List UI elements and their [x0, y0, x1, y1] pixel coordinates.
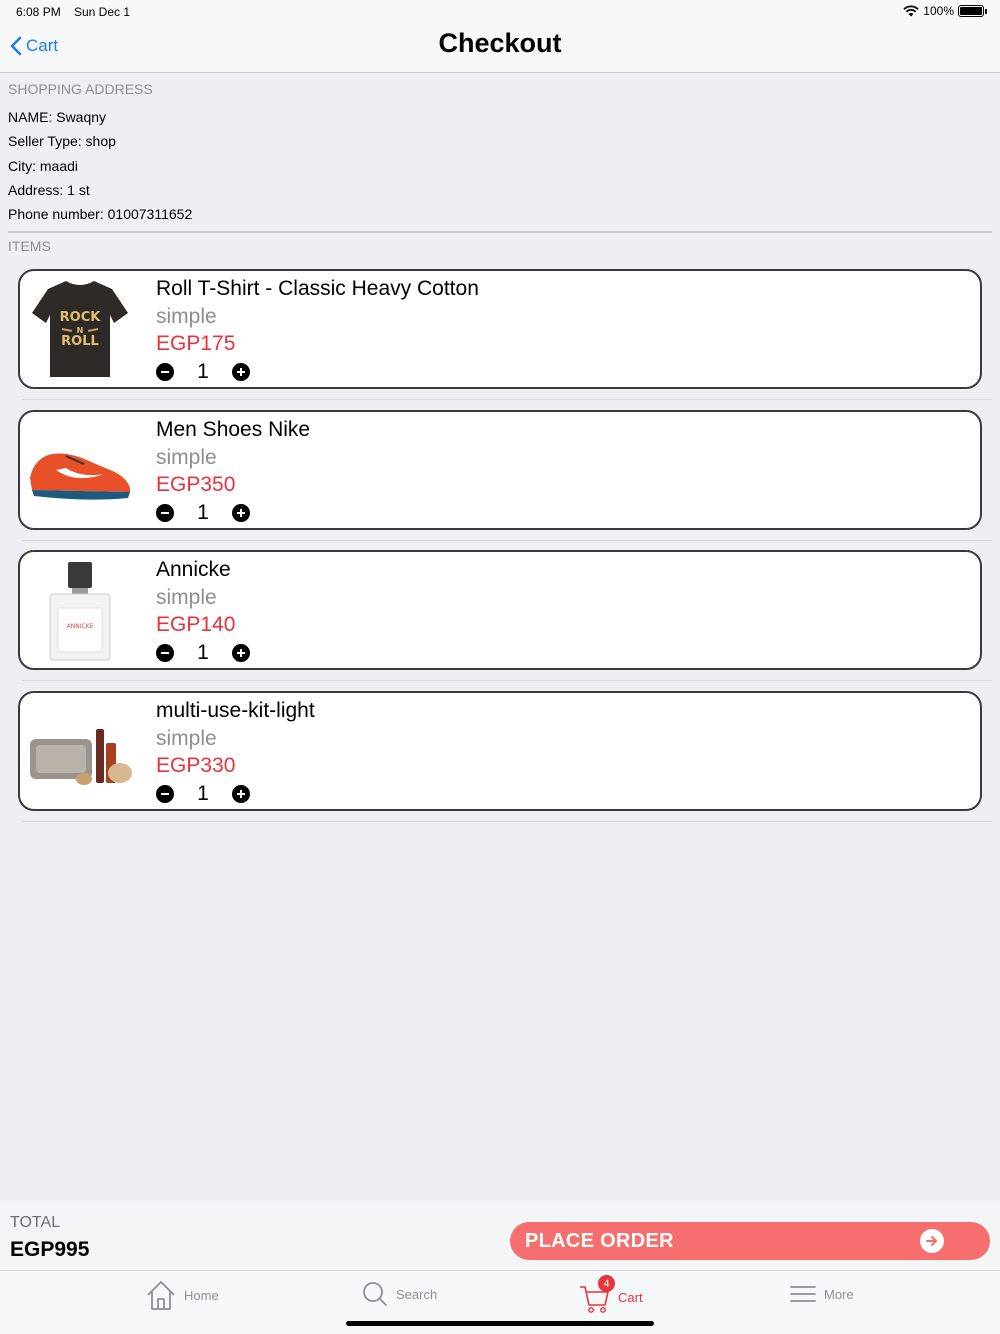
status-bar: 6:08 PM Sun Dec 1 100% [0, 0, 1000, 24]
svg-text:ROLL: ROLL [61, 334, 99, 349]
place-order-label: PLACE ORDER [525, 1230, 674, 1252]
shoe-image [30, 453, 130, 500]
home-indicator [346, 1321, 654, 1326]
cart-item-card[interactable]: ANNICKE Annicke simple EGP140 1 [18, 550, 982, 670]
row-separator [22, 540, 992, 541]
tab-cart-label: Cart [618, 1289, 643, 1305]
item-price: EGP350 [156, 473, 236, 496]
address-phone: Phone number: 01007311652 [8, 206, 193, 222]
item-price: EGP330 [156, 754, 236, 777]
battery-percent: 100% [923, 4, 954, 18]
order-summary: TOTAL EGP995 PLACE ORDER [0, 1202, 1000, 1270]
minus-circle-icon[interactable] [156, 504, 174, 522]
item-name: Men Shoes Nike [156, 418, 311, 441]
quantity-value: 1 [197, 501, 209, 524]
tab-search-label: Search [396, 1286, 438, 1302]
address-name: NAME: Swaqny [8, 109, 107, 125]
quantity-value: 1 [197, 641, 209, 664]
total-label: TOTAL [10, 1214, 61, 1231]
home-icon [146, 1279, 176, 1311]
plus-circle-icon[interactable] [232, 644, 250, 662]
makeup-kit-image [30, 729, 132, 785]
svg-text:ROCK: ROCK [60, 310, 102, 325]
status-indicators: 100% [903, 4, 987, 18]
item-type: simple [156, 305, 217, 328]
item-name: Roll T-Shirt - Classic Heavy Cotton [156, 277, 479, 300]
plus-circle-icon[interactable] [232, 504, 250, 522]
cart-icon: 4 [578, 1275, 615, 1315]
status-time: 6:08 PM [16, 5, 61, 19]
search-icon [362, 1279, 388, 1309]
minus-circle-icon[interactable] [156, 785, 174, 803]
section-divider [8, 231, 992, 233]
tab-more-label: More [824, 1286, 854, 1302]
total-value: EGP995 [10, 1238, 90, 1261]
tshirt-image: ROCK N ROLL [32, 281, 128, 377]
tab-more[interactable]: More [790, 1279, 854, 1309]
page-title: Checkout [438, 28, 562, 58]
item-type: simple [156, 446, 217, 469]
row-separator [22, 399, 992, 400]
navigation-bar: Cart Checkout [0, 24, 1000, 73]
shipping-address-header: SHOPPING ADDRESS [8, 81, 153, 97]
menu-icon [790, 1279, 816, 1309]
wifi-icon [903, 5, 919, 17]
place-order-button[interactable]: PLACE ORDER [510, 1222, 990, 1260]
quantity-stepper: 1 [156, 501, 250, 525]
cart-item-card[interactable]: Men Shoes Nike simple EGP350 1 [18, 410, 982, 530]
tab-cart[interactable]: 4 Cart [578, 1275, 643, 1315]
status-date: Sun Dec 1 [74, 5, 131, 19]
row-separator [22, 821, 992, 822]
plus-circle-icon[interactable] [232, 363, 250, 381]
address-city: City: maadi [8, 158, 79, 174]
perfume-image: ANNICKE [49, 562, 111, 661]
item-price: EGP140 [156, 613, 236, 636]
plus-circle-icon[interactable] [232, 785, 250, 803]
item-name: Annicke [156, 558, 231, 581]
items-header: ITEMS [8, 238, 51, 254]
address-seller-type: Seller Type: shop [8, 133, 116, 149]
item-type: simple [156, 586, 217, 609]
quantity-value: 1 [197, 360, 209, 383]
row-separator [22, 680, 992, 681]
cart-item-card[interactable]: multi-use-kit-light simple EGP330 1 [18, 691, 982, 811]
arrow-right-icon [920, 1229, 944, 1253]
cart-item-card[interactable]: ROCK N ROLL Roll T-Shirt - Classic Heavy… [18, 269, 982, 389]
battery-icon [958, 5, 987, 17]
quantity-value: 1 [197, 782, 209, 805]
svg-text:ANNICKE: ANNICKE [67, 623, 94, 630]
tab-home[interactable]: Home [146, 1279, 219, 1311]
quantity-stepper: 1 [156, 641, 250, 665]
tab-home-label: Home [184, 1287, 219, 1303]
item-type: simple [156, 727, 217, 750]
cart-count-badge: 4 [598, 1275, 615, 1292]
quantity-stepper: 1 [156, 360, 250, 384]
minus-circle-icon[interactable] [156, 644, 174, 662]
item-price: EGP175 [156, 332, 236, 355]
item-name: multi-use-kit-light [156, 699, 315, 722]
minus-circle-icon[interactable] [156, 363, 174, 381]
tab-search[interactable]: Search [362, 1279, 437, 1309]
quantity-stepper: 1 [156, 782, 250, 806]
address-street: Address: 1 st [8, 182, 90, 198]
